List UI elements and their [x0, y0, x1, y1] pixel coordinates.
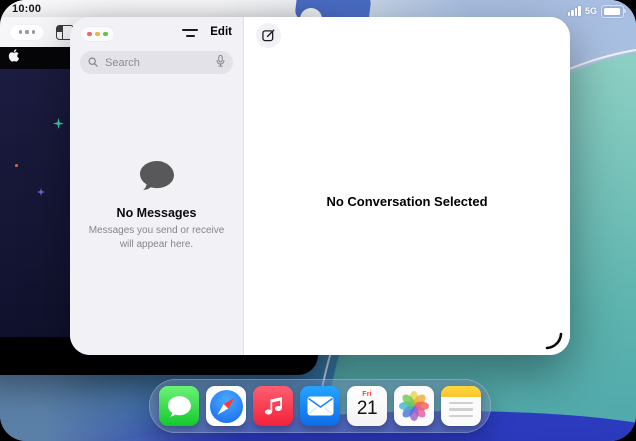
search-bar[interactable]: [80, 51, 233, 74]
no-conversation-label: No Conversation Selected: [244, 194, 570, 209]
music-note-icon: [261, 394, 285, 418]
dock-app-notes[interactable]: [441, 386, 481, 426]
conversation-pane: No Conversation Selected: [244, 17, 570, 355]
compose-icon: [262, 29, 275, 42]
compose-button[interactable]: [256, 23, 281, 48]
ipad-screen: iPhone 17 Pro Edit: [0, 0, 636, 441]
calendar-day-label: 21: [357, 399, 377, 418]
apple-logo-icon: [8, 49, 19, 67]
microphone-icon[interactable]: [216, 54, 225, 72]
messages-app-icon: [167, 395, 192, 418]
ellipsis-icon[interactable]: [10, 25, 44, 40]
chat-bubble-icon: [139, 160, 175, 197]
no-messages-empty-state: No Messages Messages you send or receive…: [70, 74, 243, 355]
messages-sidebar: Edit No Messages Messages you send or re…: [70, 17, 244, 355]
search-icon: [88, 54, 98, 72]
search-input[interactable]: [103, 56, 211, 70]
dock-app-mail[interactable]: [300, 386, 340, 426]
empty-state-title: No Messages: [117, 206, 197, 220]
cellular-signal-icon: [568, 6, 581, 16]
dock-app-messages[interactable]: [159, 386, 199, 426]
purple-sparkle-icon: [37, 183, 45, 201]
notes-icon-header: [441, 386, 481, 397]
red-star-dot: [15, 164, 18, 167]
teal-sparkle-icon: [53, 116, 64, 134]
status-bar-indicators: 5G: [568, 5, 624, 18]
dock-app-calendar[interactable]: Fri 21: [347, 386, 387, 426]
filter-icon[interactable]: [182, 27, 198, 36]
zoom-window-icon[interactable]: [103, 32, 108, 37]
messages-window: Edit No Messages Messages you send or re…: [70, 17, 570, 355]
dock-app-music[interactable]: [253, 386, 293, 426]
window-controls[interactable]: [81, 27, 114, 41]
calendar-weekday-label: Fri: [362, 391, 372, 398]
network-type-label: 5G: [585, 6, 597, 16]
minimize-window-icon[interactable]: [95, 32, 100, 37]
close-window-icon[interactable]: [87, 32, 92, 37]
edit-button[interactable]: Edit: [210, 26, 232, 38]
mail-envelope-icon: [307, 396, 334, 416]
empty-state-subtitle: Messages you send or receive will appear…: [81, 224, 233, 251]
dock: Fri 21: [149, 379, 491, 433]
battery-icon: [601, 5, 624, 18]
status-bar-time: 10:00: [12, 3, 41, 15]
window-resize-handle[interactable]: [541, 328, 563, 350]
dock-app-safari[interactable]: [206, 386, 246, 426]
safari-compass-icon: [210, 390, 243, 423]
dock-app-photos[interactable]: [394, 386, 434, 426]
